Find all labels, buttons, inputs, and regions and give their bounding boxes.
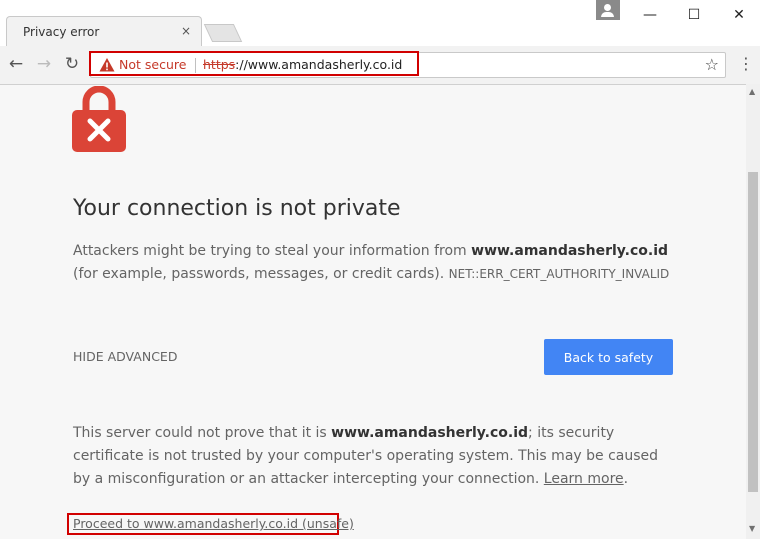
scrollbar-thumb[interactable] xyxy=(748,172,758,492)
p1-text: Attackers might be trying to steal your … xyxy=(73,243,472,259)
advanced-details: This server could not prove that it is w… xyxy=(73,422,673,491)
p1-text-cont: (for example, passwords, messages, or cr… xyxy=(73,266,449,282)
scroll-down-arrow-icon[interactable]: ▼ xyxy=(749,524,755,533)
minimize-button[interactable]: — xyxy=(635,2,665,28)
user-profile-icon[interactable] xyxy=(596,0,620,20)
scroll-up-arrow-icon[interactable]: ▲ xyxy=(749,87,755,96)
scrollbar[interactable]: ▲ ▼ xyxy=(746,84,760,539)
learn-more-link[interactable]: Learn more xyxy=(544,471,624,487)
error-code: NET::ERR_CERT_AUTHORITY_INVALID xyxy=(448,267,670,281)
page-title: Your connection is not private xyxy=(73,196,401,221)
tab-privacy-error[interactable]: Privacy error × xyxy=(6,16,202,46)
proceed-unsafe-link[interactable]: Proceed to www.amandasherly.co.id (unsaf… xyxy=(73,516,354,531)
menu-dots-icon[interactable]: ⋮ xyxy=(738,54,754,73)
p2-text: This server could not prove that it is xyxy=(73,425,332,441)
address-highlight-box xyxy=(89,51,419,76)
red-lock-icon xyxy=(72,86,126,152)
bookmark-star-icon[interactable]: ☆ xyxy=(705,55,719,74)
warning-description: Attackers might be trying to steal your … xyxy=(73,240,673,286)
p2-period: . xyxy=(623,471,629,487)
p1-domain: www.amandasherly.co.id xyxy=(471,243,669,259)
reload-icon[interactable]: ↻ xyxy=(62,54,82,74)
back-arrow-icon[interactable]: ← xyxy=(6,54,26,74)
title-bar: Privacy error × — ☐ ✕ xyxy=(0,0,760,46)
new-tab-button[interactable] xyxy=(203,24,243,42)
maximize-button[interactable]: ☐ xyxy=(679,2,709,28)
p2-domain: www.amandasherly.co.id xyxy=(331,425,529,441)
hide-advanced-link[interactable]: HIDE ADVANCED xyxy=(73,349,177,364)
tab-title: Privacy error xyxy=(23,25,100,39)
back-to-safety-button[interactable]: Back to safety xyxy=(544,339,673,375)
tab-close-icon[interactable]: × xyxy=(181,24,191,38)
close-window-button[interactable]: ✕ xyxy=(724,2,754,28)
forward-arrow-icon[interactable]: → xyxy=(34,54,54,74)
